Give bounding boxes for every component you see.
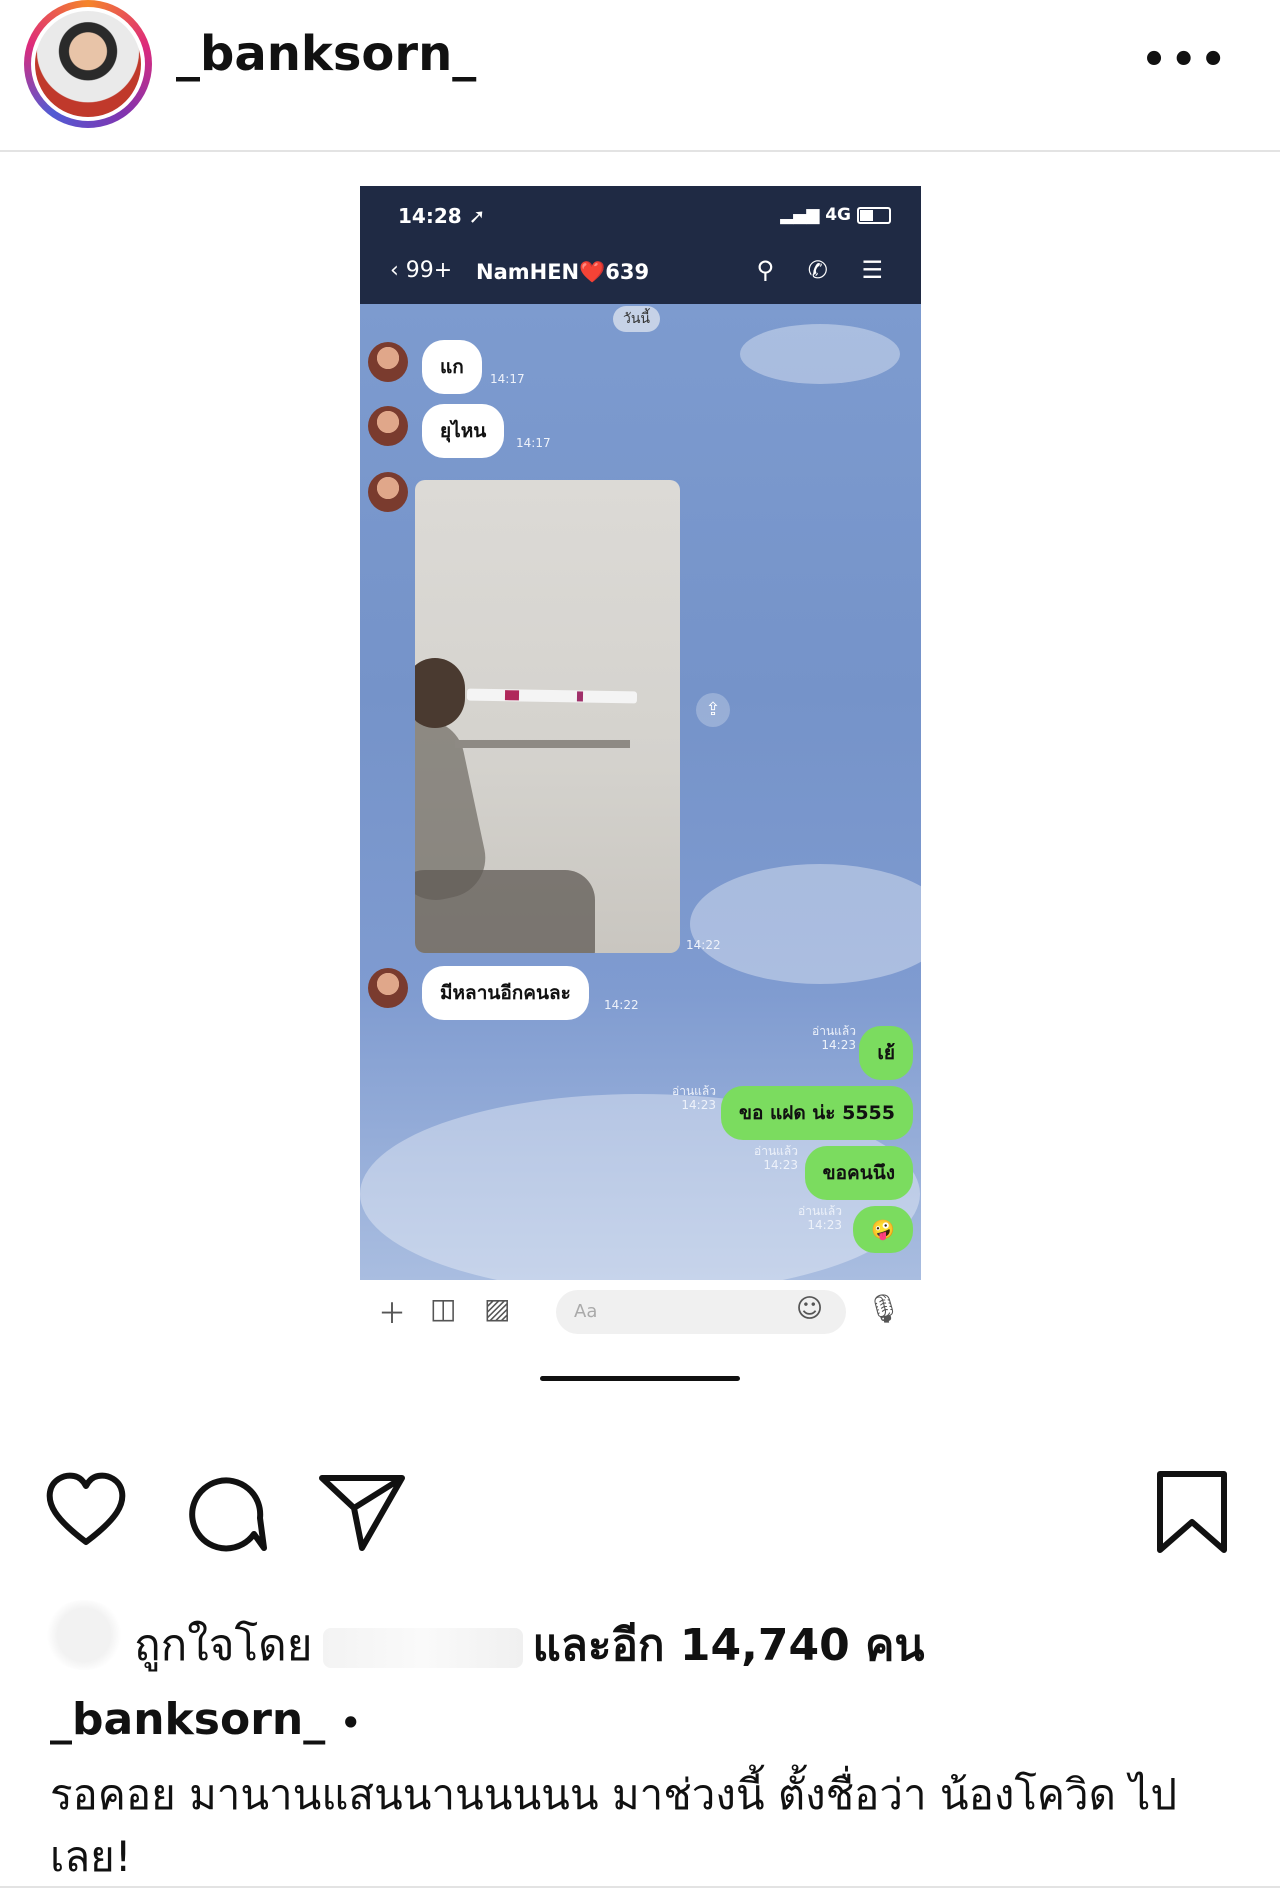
- post-header: _banksorn_ •••: [0, 0, 1280, 152]
- contact-avatar: [368, 342, 408, 382]
- contact-avatar: [368, 472, 408, 512]
- menu-icon: ☰: [861, 256, 883, 284]
- post-action-bar: [0, 1470, 1280, 1560]
- heart-icon[interactable]: [44, 1470, 128, 1550]
- status-bar: ▂▄▆ 4G: [780, 205, 891, 225]
- read-receipt: อ่านแล้ว 14:23: [754, 1144, 798, 1172]
- date-chip: วันนี้: [613, 306, 661, 332]
- chat-header-icons: ⚲ ✆ ☰: [731, 256, 883, 284]
- read-receipt: อ่านแล้ว 14:23: [812, 1024, 856, 1052]
- microphone-icon: 🎙: [866, 1292, 902, 1325]
- liker-name[interactable]: [322, 1628, 523, 1668]
- message-bubble: ขอ แฝด น่ะ 5555: [720, 1086, 913, 1140]
- contact-avatar: [368, 968, 408, 1008]
- comment-icon[interactable]: [184, 1470, 268, 1554]
- emoji-icon: ☺: [796, 1294, 824, 1324]
- read-receipt: อ่านแล้ว 14:23: [672, 1084, 716, 1112]
- message-bubble: 🤪: [853, 1206, 913, 1253]
- likes-summary[interactable]: ถูกใจโดย และอีก 14,740 คน: [134, 1610, 925, 1680]
- post-caption: รอคอย มานานแสนนานนนนน มาช่วงนี้ ตั้งชื่อ…: [50, 1770, 1178, 1881]
- message-time: 14:22: [604, 998, 639, 1012]
- message-time: 14:17: [516, 436, 551, 450]
- phone-icon: ✆: [807, 256, 828, 284]
- share-icon: ⇪: [696, 693, 730, 727]
- chat-input-bar: ＋ ◫ ▨ Aa ☺ 🎙: [360, 1280, 921, 1386]
- more-options-icon[interactable]: •••: [1141, 40, 1230, 80]
- status-time: 14:28 ➚: [398, 204, 486, 228]
- contact-avatar: [368, 406, 408, 446]
- share-icon[interactable]: [318, 1470, 406, 1554]
- chat-area: วันนี้ แก 14:17 ยุไหน 14:17 ⇪ 14:22 มีหล…: [360, 304, 921, 1280]
- message-bubble: ยุไหน: [422, 404, 505, 458]
- message-bubble: มีหลานอีกคนละ: [422, 966, 589, 1020]
- back-button: ‹ 99+: [390, 258, 453, 283]
- search-icon: ⚲: [756, 256, 775, 284]
- profile-avatar[interactable]: [24, 0, 152, 128]
- message-bubble: ขอคนนึง: [804, 1146, 913, 1200]
- image-icon: ▨: [484, 1292, 511, 1325]
- liker-avatar[interactable]: [44, 1600, 124, 1670]
- battery-icon: [857, 206, 891, 224]
- message-time: 14:17: [490, 372, 525, 386]
- bookmark-icon[interactable]: [1152, 1470, 1232, 1554]
- post-username[interactable]: _banksorn_: [176, 26, 476, 82]
- post-image[interactable]: 14:28 ➚ ▂▄▆ 4G ‹ 99+ NamHEN❤️639 ⚲ ✆ ☰ ว…: [360, 186, 921, 1386]
- message-bubble: เย้: [859, 1026, 913, 1080]
- camera-icon: ◫: [430, 1292, 457, 1325]
- read-receipt: อ่านแล้ว 14:23: [798, 1204, 842, 1232]
- message-bubble: แก: [422, 340, 482, 394]
- chat-app-header: 14:28 ➚ ▂▄▆ 4G ‹ 99+ NamHEN❤️639 ⚲ ✆ ☰: [360, 186, 921, 304]
- chat-contact-name: NamHEN❤️639: [476, 260, 650, 284]
- caption-username[interactable]: _banksorn_ •: [50, 1694, 361, 1745]
- plus-icon: ＋: [378, 1297, 407, 1330]
- message-time: 14:22: [686, 938, 721, 952]
- likes-count[interactable]: และอีก 14,740 คน: [533, 1620, 925, 1671]
- pregnancy-test-photo: [415, 480, 680, 953]
- divider: [0, 1886, 1280, 1888]
- home-indicator: [540, 1376, 740, 1381]
